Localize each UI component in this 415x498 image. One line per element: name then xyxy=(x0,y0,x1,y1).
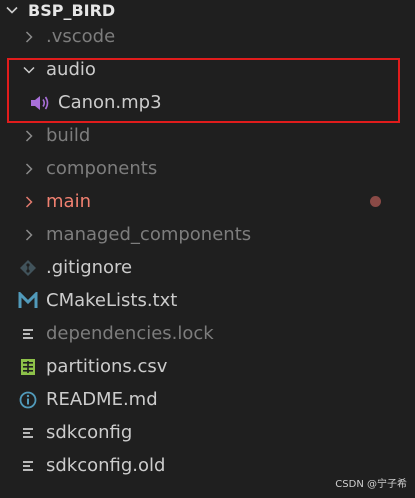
file-dependencies-lock[interactable]: dependencies.lock xyxy=(0,317,415,350)
watermark: CSDN @宁子希 xyxy=(335,479,407,490)
folder-label: .vscode xyxy=(46,26,116,47)
lines-icon xyxy=(18,324,38,344)
file-label: .gitignore xyxy=(46,257,133,278)
file-gitignore[interactable]: .gitignore xyxy=(0,251,415,284)
folder-main[interactable]: main xyxy=(0,185,415,218)
folder-vscode[interactable]: .vscode xyxy=(0,20,415,53)
folder-build[interactable]: build xyxy=(0,119,415,152)
file-label: README.md xyxy=(46,389,158,410)
git-icon xyxy=(18,258,38,278)
file-sdkconfig[interactable]: sdkconfig xyxy=(0,416,415,449)
csv-table-icon xyxy=(18,357,38,377)
chevron-right-icon[interactable] xyxy=(20,226,38,244)
chevron-right-icon[interactable] xyxy=(20,160,38,178)
workspace-root-label: BSP_BIRD xyxy=(28,0,116,20)
folder-label: build xyxy=(46,125,91,146)
folder-label: components xyxy=(46,158,158,179)
file-label: dependencies.lock xyxy=(46,323,214,344)
file-label: sdkconfig.old xyxy=(46,455,166,476)
file-label: sdkconfig xyxy=(46,422,133,443)
file-label: CMakeLists.txt xyxy=(46,290,178,311)
file-cmakelists[interactable]: CMakeLists.txt xyxy=(0,284,415,317)
folder-components[interactable]: components xyxy=(0,152,415,185)
workspace-root-row[interactable]: BSP_BIRD xyxy=(0,0,415,20)
annotation-highlight-box xyxy=(7,58,400,123)
file-label: partitions.csv xyxy=(46,356,168,377)
chevron-down-icon[interactable] xyxy=(3,1,21,19)
folder-managed-components[interactable]: managed_components xyxy=(0,218,415,251)
folder-label: main xyxy=(46,191,91,212)
info-icon xyxy=(18,390,38,410)
chevron-right-icon[interactable] xyxy=(20,193,38,211)
folder-label: managed_components xyxy=(46,224,252,245)
modified-dot-icon xyxy=(370,196,381,207)
lines-icon xyxy=(18,456,38,476)
chevron-right-icon[interactable] xyxy=(20,28,38,46)
file-partitions-csv[interactable]: partitions.csv xyxy=(0,350,415,383)
lines-icon xyxy=(18,423,38,443)
file-readme[interactable]: README.md xyxy=(0,383,415,416)
cmake-m-icon xyxy=(18,291,38,311)
chevron-right-icon[interactable] xyxy=(20,127,38,145)
